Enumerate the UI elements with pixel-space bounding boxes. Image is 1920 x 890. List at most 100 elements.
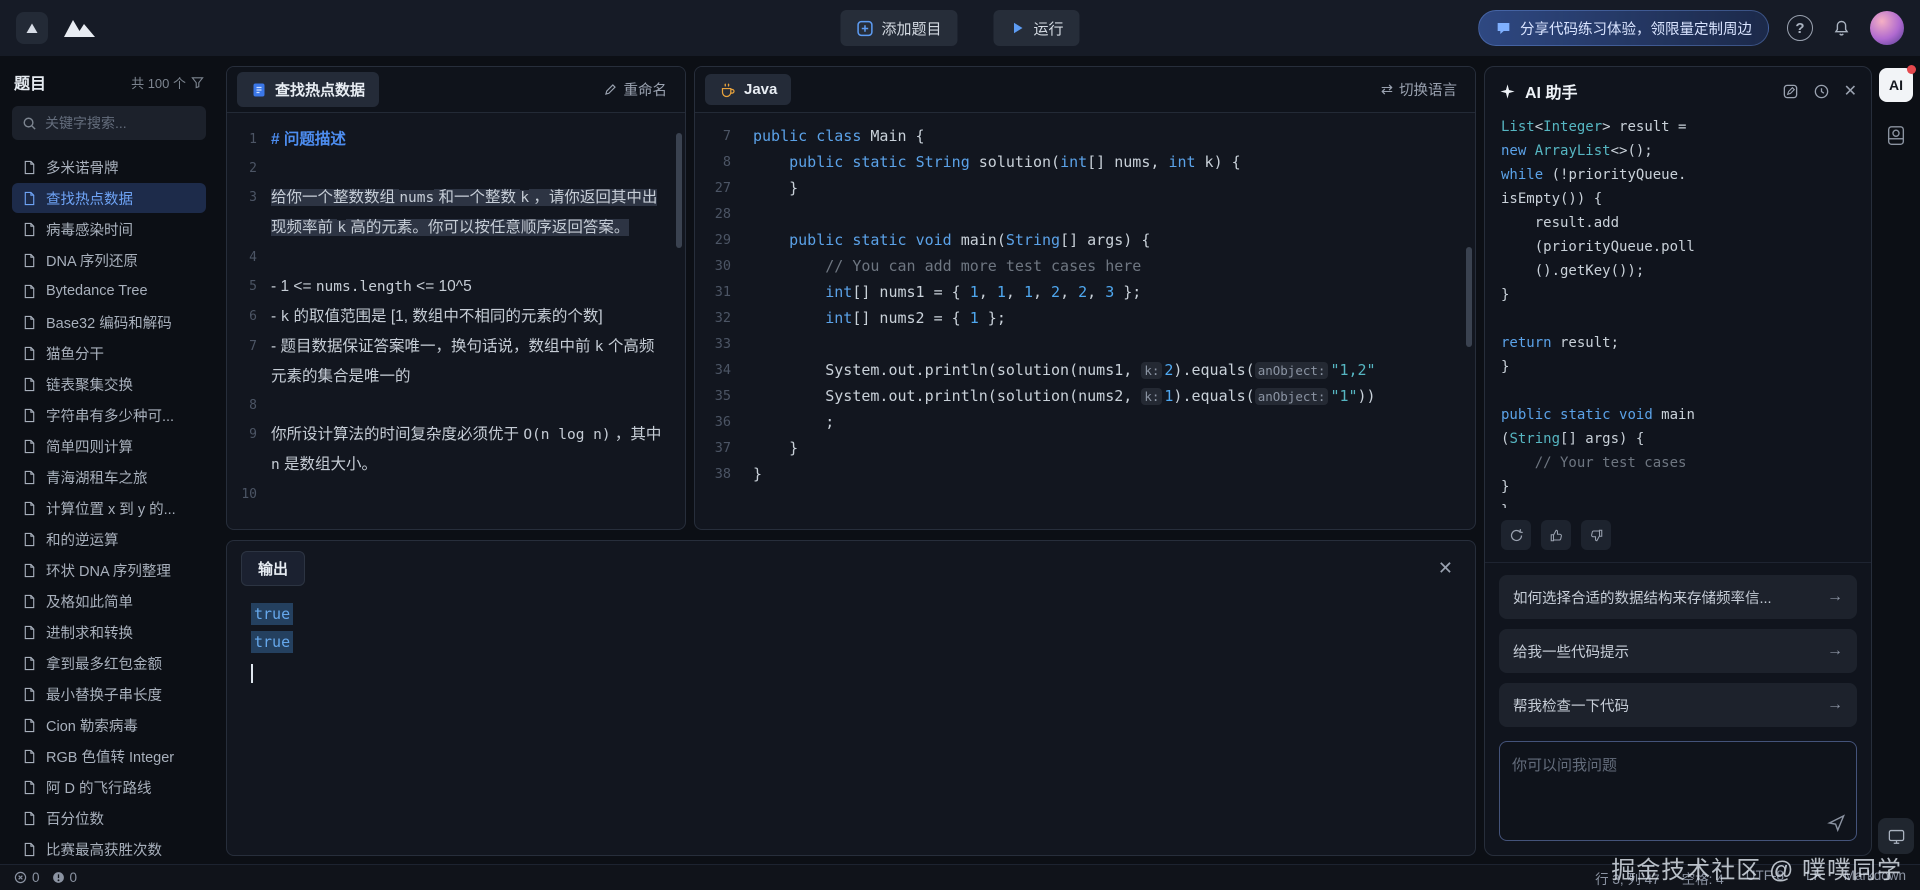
sidebar-item[interactable]: 简单四则计算: [12, 431, 206, 461]
language-mode[interactable]: Markdown: [1844, 868, 1906, 888]
rename-button[interactable]: 重命名: [603, 79, 676, 100]
app-logo[interactable]: [16, 12, 48, 44]
sidebar-item[interactable]: 青海湖租车之旅: [12, 462, 206, 492]
sidebar-item-label: Base32 编码和解码: [46, 312, 172, 333]
code-line-text: }: [753, 175, 798, 201]
new-chat-icon[interactable]: [1782, 83, 1799, 100]
problem-line: 1# 问题描述: [227, 125, 685, 154]
monitor-button[interactable]: [1878, 818, 1914, 854]
sidebar-item[interactable]: 和的逆运算: [12, 524, 206, 554]
output-tab[interactable]: 输出: [241, 551, 305, 586]
topbar-center: 添加题目 运行: [840, 10, 1079, 46]
sidebar-item[interactable]: 链表聚集交换: [12, 369, 206, 399]
line-number: 6: [227, 302, 271, 332]
document-icon: [22, 687, 37, 702]
share-banner[interactable]: 分享代码练习体验，领限量定制周边: [1478, 10, 1769, 46]
sidebar-item[interactable]: 计算位置 x 到 y 的...: [12, 493, 206, 523]
history-icon[interactable]: [1813, 83, 1830, 100]
editor-lines[interactable]: 7public class Main {8 public static Stri…: [695, 113, 1475, 529]
sidebar-item[interactable]: 查找热点数据: [12, 183, 206, 213]
sidebar-item[interactable]: 百分位数: [12, 803, 206, 833]
scrollbar-thumb[interactable]: [1466, 247, 1472, 347]
ai-code-line: new ArrayList<>();: [1501, 139, 1855, 163]
problem-line: 9你所设计算法的时间复杂度必须优于 O(n log n) ，其中 n 是数组大小…: [227, 420, 685, 480]
ai-input[interactable]: [1500, 742, 1856, 840]
ai-suggestion-chip[interactable]: 帮我检查一下代码→: [1499, 683, 1857, 727]
run-button[interactable]: 运行: [994, 10, 1080, 46]
sidebar-item[interactable]: 多米诺骨牌: [12, 152, 206, 182]
sidebar-item[interactable]: 阿 D 的飞行路线: [12, 772, 206, 802]
sidebar-item[interactable]: 病毒感染时间: [12, 214, 206, 244]
ai-input-box[interactable]: [1499, 741, 1857, 841]
document-icon: [22, 284, 37, 299]
document-icon: [22, 501, 37, 516]
thumbs-down-button[interactable]: [1581, 520, 1611, 550]
sidebar-item[interactable]: 进制求和转换: [12, 617, 206, 647]
sidebar-item-label: 环状 DNA 序列整理: [46, 560, 171, 581]
search-input[interactable]: [45, 115, 196, 131]
code-line: 30 // You can add more test cases here: [695, 253, 1475, 279]
ai-assistant-badge[interactable]: AI: [1879, 68, 1913, 102]
eol-setting[interactable]: LF: [1806, 868, 1822, 888]
thumbs-up-button[interactable]: [1541, 520, 1571, 550]
ai-suggestion-chip[interactable]: 如何选择合适的数据结构来存储频率信...→: [1499, 575, 1857, 619]
ai-code-line: [1501, 307, 1855, 331]
share-banner-label: 分享代码练习体验，领限量定制周边: [1520, 18, 1752, 39]
close-icon[interactable]: ✕: [1430, 558, 1461, 579]
editor-panel-header: Java ⇄ 切换语言: [695, 67, 1475, 113]
cursor-position[interactable]: 行 3, 列 47: [1595, 868, 1660, 888]
problem-line: 8: [227, 391, 685, 420]
line-number: 8: [695, 149, 753, 175]
sidebar-item[interactable]: 最小替换子串长度: [12, 679, 206, 709]
code-line: 34 System.out.println(solution(nums1, k:…: [695, 357, 1475, 383]
sidebar-item[interactable]: 字符串有多少种可...: [12, 400, 206, 430]
marscode-logo[interactable]: [62, 16, 100, 40]
close-icon[interactable]: ✕: [1844, 81, 1857, 101]
sidebar-item[interactable]: DNA 序列还原: [12, 245, 206, 275]
ai-code-line: (String[] args) {: [1501, 427, 1855, 451]
add-problem-button[interactable]: 添加题目: [840, 10, 957, 46]
ai-code-line: }: [1501, 283, 1855, 307]
sidebar-item[interactable]: Cion 勒索病毒: [12, 710, 206, 740]
help-icon[interactable]: ?: [1787, 15, 1813, 41]
regenerate-button[interactable]: [1501, 520, 1531, 550]
problem-panel-header: 查找热点数据 重命名: [227, 67, 685, 113]
ai-suggestion-chip[interactable]: 给我一些代码提示→: [1499, 629, 1857, 673]
sidebar-item[interactable]: RGB 色值转 Integer: [12, 741, 206, 771]
switch-language-button[interactable]: ⇄ 切换语言: [1381, 79, 1465, 100]
sidebar-item[interactable]: 比赛最高获胜次数: [12, 834, 206, 864]
sidebar-item[interactable]: Bytedance Tree: [12, 276, 206, 306]
sidebar-item[interactable]: 环状 DNA 序列整理: [12, 555, 206, 585]
avatar[interactable]: [1870, 11, 1904, 45]
language-tab-java[interactable]: Java: [705, 74, 791, 105]
document-icon: [22, 408, 37, 423]
line-number: 9: [227, 420, 271, 480]
notifications-icon[interactable]: [1831, 18, 1852, 39]
ai-code-line: ().getKey());: [1501, 259, 1855, 283]
filter-icon[interactable]: [191, 76, 204, 89]
problem-line-text: # 问题描述: [271, 125, 685, 154]
indent-setting[interactable]: 空格: 4: [1682, 868, 1724, 888]
sidebar-item[interactable]: Base32 编码和解码: [12, 307, 206, 337]
errors-indicator[interactable]: 0: [14, 870, 40, 885]
main-content: 题目 共 100 个 多米诺骨牌查找热点数据病毒感染时间DNA 序列还原Byte…: [0, 56, 1920, 864]
search-box[interactable]: [12, 106, 206, 140]
sidebar-item[interactable]: 拿到最多红包金额: [12, 648, 206, 678]
sidebar-item[interactable]: 猫鱼分干: [12, 338, 206, 368]
sidebar-item-label: 青海湖租车之旅: [46, 467, 148, 488]
line-number: 4: [227, 243, 271, 272]
problem-lines[interactable]: 1# 问题描述2 3给你一个整数数组 nums 和一个整数 k ，请你返回其中出…: [227, 113, 685, 529]
send-icon[interactable]: [1827, 813, 1846, 832]
claw-machine-icon[interactable]: [1885, 124, 1907, 148]
scrollbar-thumb[interactable]: [676, 133, 682, 248]
sidebar-item-label: 进制求和转换: [46, 622, 133, 643]
warnings-indicator[interactable]: 0: [52, 870, 78, 885]
problem-tab[interactable]: 查找热点数据: [237, 72, 379, 107]
code-line-text: ;: [753, 409, 834, 435]
ai-sparkle-icon: [1499, 83, 1516, 100]
encoding-setting[interactable]: UTF-8: [1746, 868, 1784, 888]
code-line-text: System.out.println(solution(nums1, k:2).…: [753, 357, 1376, 383]
sidebar-item-label: 病毒感染时间: [46, 219, 133, 240]
sidebar-item-label: 猫鱼分干: [46, 343, 104, 364]
sidebar-item[interactable]: 及格如此简单: [12, 586, 206, 616]
